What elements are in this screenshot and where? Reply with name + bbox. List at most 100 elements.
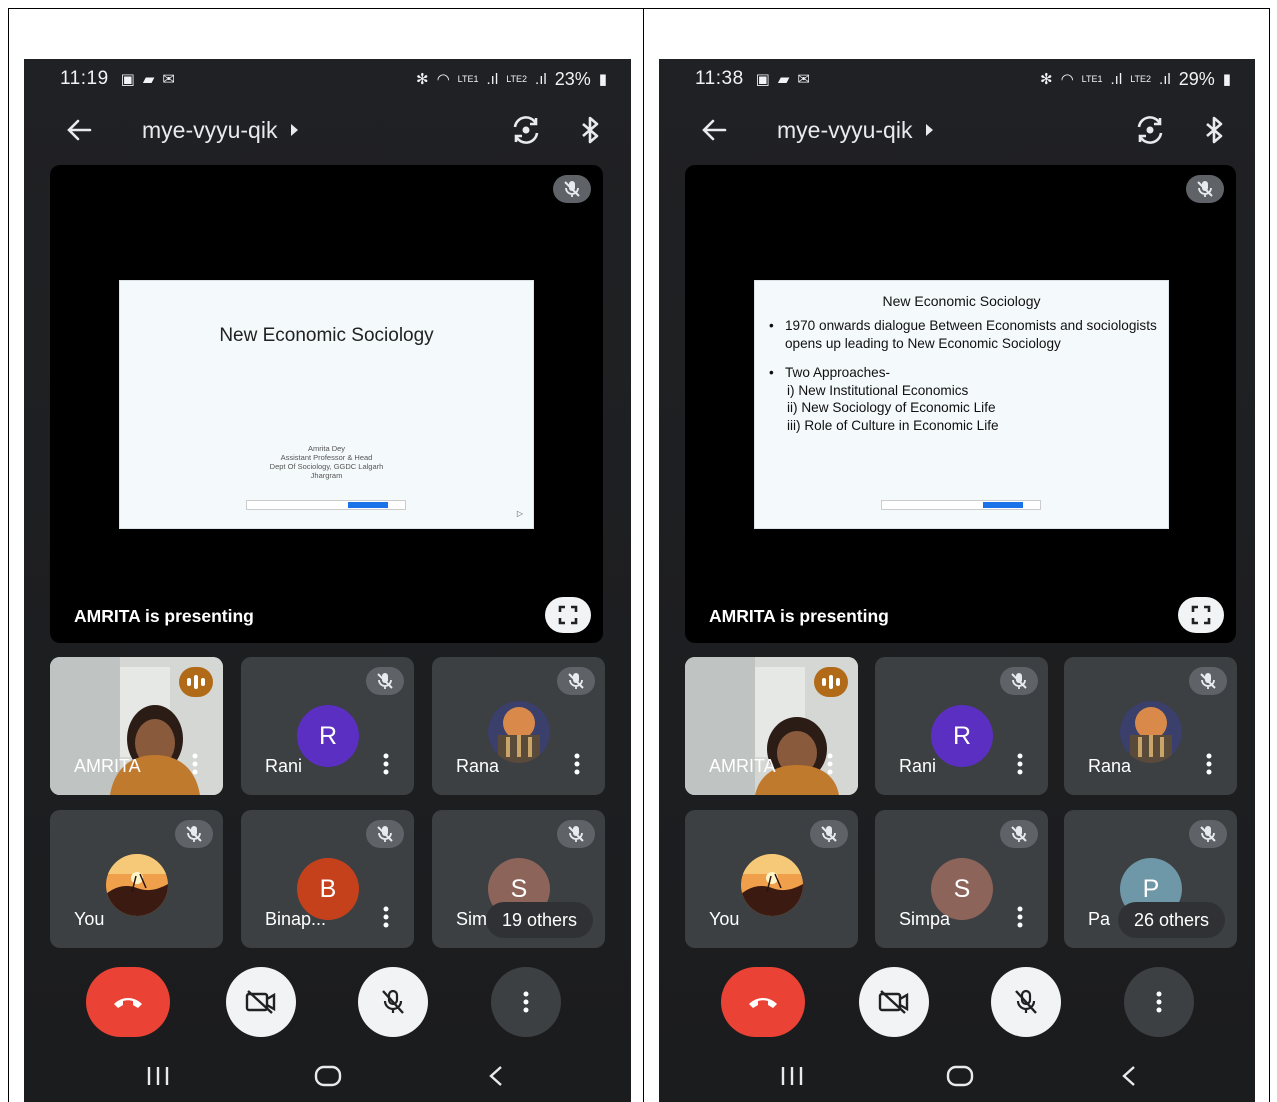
more-options-icon[interactable]: [383, 753, 389, 775]
more-actions-button[interactable]: [1124, 967, 1194, 1037]
profile-photo-avatar: [488, 701, 550, 763]
end-call-button[interactable]: [86, 967, 170, 1037]
participant-name: Rani: [265, 756, 303, 776]
participant-tile-binap[interactable]: B Binap...: [241, 810, 414, 948]
participant-tile-rana[interactable]: Rana: [432, 657, 605, 795]
participant-tile-rana[interactable]: Rana: [1064, 657, 1237, 795]
end-call-button[interactable]: [721, 967, 805, 1037]
more-options-icon[interactable]: [1206, 753, 1212, 775]
home-icon[interactable]: [946, 1065, 974, 1087]
camera-toggle-button[interactable]: [226, 967, 296, 1037]
camera-off-icon: [878, 990, 909, 1014]
participant-name: You: [709, 909, 740, 929]
participant-name: AMRITA: [709, 756, 776, 776]
recent-apps-icon[interactable]: [145, 1065, 171, 1087]
more-options-icon[interactable]: [827, 753, 833, 775]
participant-name: Rana: [456, 756, 500, 776]
more-options-icon[interactable]: [383, 906, 389, 928]
mic-toggle-button[interactable]: [991, 967, 1061, 1037]
network-2-label: LTE2: [1130, 73, 1152, 84]
meeting-title[interactable]: mye-vyyu-qik: [777, 116, 934, 144]
status-time: 11:19: [60, 68, 109, 89]
home-icon[interactable]: [314, 1065, 342, 1087]
android-nav-bar: [24, 1047, 631, 1102]
profile-photo-avatar: [741, 854, 803, 916]
caret-right-icon: [291, 124, 299, 136]
participant-name: Sim: [456, 909, 487, 929]
meeting-title[interactable]: mye-vyyu-qik: [142, 117, 299, 144]
mic-off-icon: [1000, 667, 1038, 695]
hang-up-icon: [749, 998, 777, 1008]
battery-icon: ▮: [598, 71, 607, 88]
participant-tile-rani[interactable]: R Rani: [241, 657, 414, 795]
mic-off-icon: [810, 820, 848, 848]
camera-toggle-button[interactable]: [859, 967, 929, 1037]
mic-off-icon: [1189, 667, 1227, 695]
caret-right-icon: [926, 124, 934, 136]
switch-camera-icon[interactable]: [1133, 113, 1167, 147]
participant-name: Pa: [1088, 909, 1111, 929]
gallery-icon: ▣: [755, 71, 770, 88]
others-count-pill[interactable]: 19 others: [485, 902, 593, 938]
mic-off-icon: [1189, 820, 1227, 848]
bluetooth-audio-icon[interactable]: [1199, 115, 1229, 145]
recent-apps-icon[interactable]: [779, 1065, 805, 1087]
hang-up-icon: [114, 998, 142, 1008]
mic-off-icon: [366, 820, 404, 848]
comparison-screenshots: 11:19 ▣ ▰ ✉ ✻ ◠ LTE1 .ıl LTE2 .ıl 23% ▮: [0, 0, 1277, 1102]
stop-sharing-mark: [348, 502, 388, 508]
nav-back-icon[interactable]: [1121, 1065, 1137, 1087]
mic-off-icon: [557, 820, 595, 848]
participant-tile-amrita[interactable]: AMRITA: [50, 657, 223, 795]
right-frame: 11:38 ▣ ▰ ✉ ✻ ◠ LTE1 .ıl LTE2 .ıl 29% ▮: [643, 8, 1270, 1102]
participant-tile-you[interactable]: You: [685, 810, 858, 948]
participant-tile-simpa[interactable]: S Simpa: [875, 810, 1048, 948]
participant-name: Rana: [1088, 756, 1132, 776]
avatar: R: [931, 705, 993, 767]
meeting-header: mye-vyyu-qik: [24, 109, 631, 151]
wifi-icon: ◠: [1060, 71, 1074, 88]
mic-off-icon: [1000, 820, 1038, 848]
participant-tile-amrita[interactable]: AMRITA: [685, 657, 858, 795]
presentation-stage[interactable]: New Economic Sociology Amrita Dey Assist…: [50, 165, 603, 643]
speaking-indicator-icon: [179, 667, 213, 697]
mic-toggle-button[interactable]: [358, 967, 428, 1037]
network-1-label: LTE1: [457, 73, 479, 84]
more-options-icon[interactable]: [1017, 753, 1023, 775]
gmail-icon: ✉: [797, 71, 810, 88]
slide-bullet: 1970 onwards dialogue Between Economists…: [767, 317, 1158, 352]
nav-back-icon[interactable]: [488, 1065, 504, 1087]
participant-name: AMRITA: [74, 756, 141, 776]
back-arrow-icon[interactable]: [699, 115, 729, 145]
sharing-banner: [881, 500, 1041, 510]
bluetooth-audio-icon[interactable]: [575, 115, 605, 145]
participant-tile-others[interactable]: S Sim 19 others: [432, 810, 605, 948]
mic-off-icon: [1186, 175, 1224, 203]
bluetooth-status-icon: ✻: [416, 71, 429, 88]
mic-off-icon: [557, 667, 595, 695]
signal-1-icon: .ıl: [1110, 70, 1123, 88]
mic-off-icon: [175, 820, 213, 848]
more-options-icon[interactable]: [574, 753, 580, 775]
more-actions-button[interactable]: [491, 967, 561, 1037]
fullscreen-button[interactable]: [1178, 597, 1224, 633]
participant-tile-rani[interactable]: R Rani: [875, 657, 1048, 795]
participant-tile-others[interactable]: P Pa 26 others: [1064, 810, 1237, 948]
shared-slide: New Economic Sociology 1970 onwards dial…: [754, 280, 1169, 529]
more-options-icon[interactable]: [192, 753, 198, 775]
switch-camera-icon[interactable]: [509, 113, 543, 147]
phone-screen-2: 11:38 ▣ ▰ ✉ ✻ ◠ LTE1 .ıl LTE2 .ıl 29% ▮: [659, 59, 1255, 1102]
chat-icon: ▰: [777, 71, 790, 88]
participant-tile-you[interactable]: You: [50, 810, 223, 948]
fullscreen-button[interactable]: [545, 597, 591, 633]
signal-2-icon: .ıl: [1159, 70, 1171, 88]
meeting-code: mye-vyyu-qik: [777, 116, 913, 143]
back-arrow-icon[interactable]: [64, 115, 94, 145]
slide-subpoint: iii) Role of Culture in Economic Life: [787, 417, 999, 433]
others-count-pill[interactable]: 26 others: [1117, 902, 1225, 938]
mic-off-icon: [553, 175, 591, 203]
mic-off-icon: [1015, 989, 1037, 1014]
presentation-stage[interactable]: New Economic Sociology 1970 onwards dial…: [685, 165, 1236, 643]
camera-off-icon: [245, 990, 276, 1014]
more-options-icon[interactable]: [1017, 906, 1023, 928]
